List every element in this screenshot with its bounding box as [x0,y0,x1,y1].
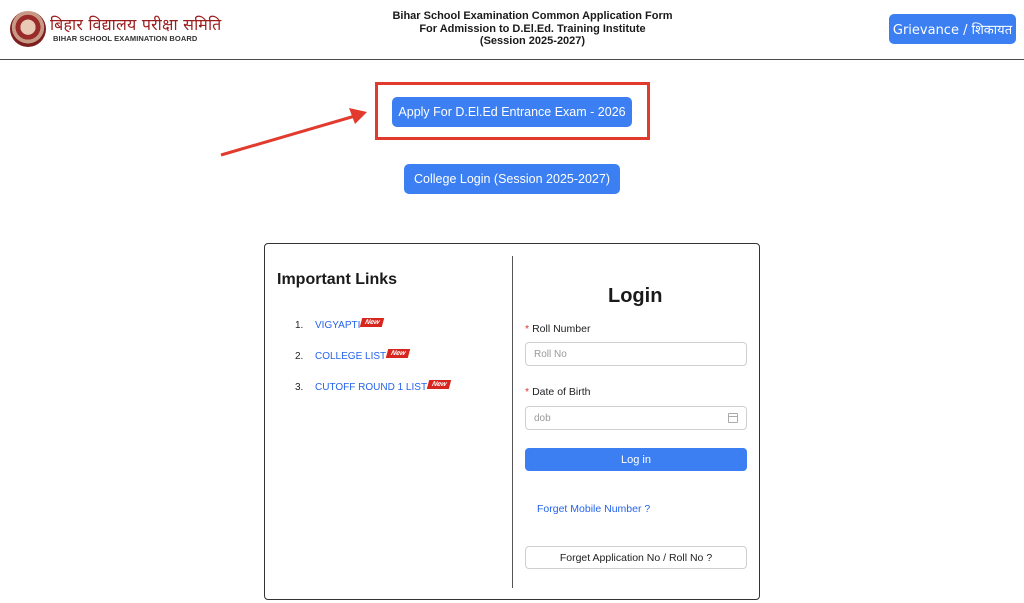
new-badge: New [360,318,386,327]
header: बिहार विद्यालय परीक्षा समिति BIHAR SCHOO… [0,0,1024,60]
list-item: 3. CUTOFF ROUND 1 LIST New [295,372,452,403]
apply-entrance-exam-button[interactable]: Apply For D.El.Ed Entrance Exam - 2026 [392,97,632,127]
grievance-button[interactable]: Grievance / शिकायत [889,14,1016,44]
list-number: 3. [295,382,304,393]
title-line-2: For Admission to D.El.Ed. Training Insti… [419,22,646,35]
board-logo-icon[interactable] [10,11,46,47]
dob-label: * Date of Birth [525,386,590,398]
link-college-list[interactable]: COLLEGE LIST [315,351,386,362]
forget-application-button[interactable]: Forget Application No / Roll No ? [525,546,747,569]
link-vigyapti[interactable]: VIGYAPTI [315,320,360,331]
dob-input[interactable]: dob [525,406,747,430]
links-login-card: Important Links 1. VIGYAPTI New 2. COLLE… [264,243,760,600]
calendar-icon[interactable] [728,413,738,423]
title-line-3: (Session 2025-2027) [479,35,586,47]
login-title: Login [608,285,663,307]
roll-number-label-text: Roll Number [532,323,591,335]
list-item: 1. VIGYAPTI New [295,310,450,341]
logo-hindi-text: बिहार विद्यालय परीक्षा समिति [50,15,222,34]
title-line-1: Bihar School Examination Common Applicat… [392,10,673,22]
dob-placeholder: dob [534,412,551,424]
annotation-arrow-icon [220,108,367,157]
dob-label-text: Date of Birth [532,386,591,398]
list-item: 2. COLLEGE LIST New [295,341,450,372]
page-title: Bihar School Examination Common Applicat… [380,10,685,48]
important-links-title: Important Links [277,271,398,288]
login-button[interactable]: Log in [525,448,747,471]
college-login-button[interactable]: College Login (Session 2025-2027) [404,164,620,194]
roll-number-placeholder: Roll No [534,348,567,360]
required-mark: * [525,323,530,335]
link-cutoff-round-1-list[interactable]: CUTOFF ROUND 1 LIST [315,382,427,393]
list-number: 1. [295,320,304,331]
required-mark: * [525,386,530,398]
important-links-list: 1. VIGYAPTI New 2. COLLEGE LIST New 3. C… [295,310,452,403]
logo-english-text: BIHAR SCHOOL EXAMINATION BOARD [53,34,198,43]
list-number: 2. [295,351,304,362]
new-badge: New [385,349,411,358]
forget-mobile-link[interactable]: Forget Mobile Number ? [537,503,650,515]
roll-number-input[interactable]: Roll No [525,342,747,366]
card-divider [512,256,513,588]
roll-number-label: * Roll Number [525,323,590,335]
new-badge: New [426,380,452,389]
